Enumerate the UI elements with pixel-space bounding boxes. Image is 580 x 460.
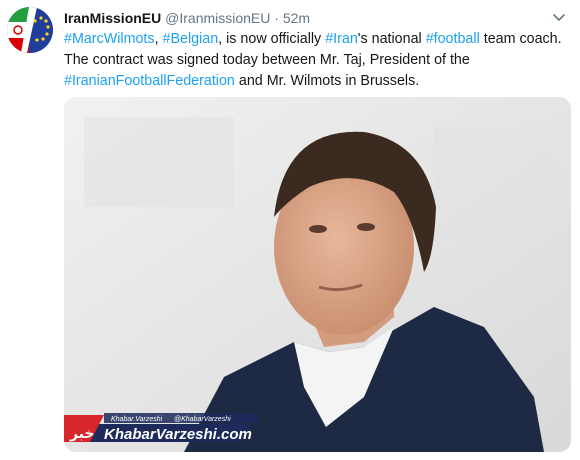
credit-left: Khabar.Varzeshi (111, 416, 163, 423)
brand-part-a: Khabar (104, 426, 157, 443)
user-handle[interactable]: @IranmissionEU (165, 10, 270, 26)
avatar[interactable] (7, 7, 53, 53)
brand-part-c: .com (217, 426, 252, 443)
tweet-photo[interactable]: Khabar.Varzeshi @KhabarVarzeshi خبر Khab… (64, 97, 571, 452)
tweet-text-segment: and Mr. Wilmots in Brussels. (234, 73, 420, 89)
hashtag-link[interactable]: #MarcWilmots (64, 31, 155, 47)
brand-text: KhabarVarzeshi.com (104, 426, 252, 443)
tweet-text-segment: , (154, 31, 163, 47)
tweet-text-segment: 's national (357, 31, 426, 47)
flag-avatar-icon (7, 7, 53, 53)
separator-dot: · (274, 10, 279, 26)
display-name[interactable]: IranMissionEU (64, 10, 161, 26)
hashtag-link[interactable]: #football (426, 31, 480, 47)
hashtag-link[interactable]: #Iran (325, 31, 358, 47)
hashtag-link[interactable]: #IranianFootballFederation (64, 73, 235, 89)
watermark: Khabar.Varzeshi @KhabarVarzeshi خبر Khab… (64, 413, 259, 443)
chevron-down-icon[interactable] (550, 8, 568, 26)
logo-glyph: خبر (69, 426, 95, 442)
tweet-time[interactable]: 52m (283, 10, 310, 26)
tweet-text: #MarcWilmots, #Belgian, is now officiall… (64, 29, 574, 92)
tweet-card: IranMissionEU @IranmissionEU · 52m #Marc… (0, 0, 580, 460)
credit-right: @KhabarVarzeshi (174, 416, 231, 423)
hashtag-link[interactable]: #Belgian (163, 31, 219, 47)
tweet-header: IranMissionEU @IranmissionEU · 52m (64, 9, 564, 29)
tweet-text-segment: , is now officially (218, 31, 326, 47)
brand-part-b: Varzeshi (156, 426, 218, 443)
